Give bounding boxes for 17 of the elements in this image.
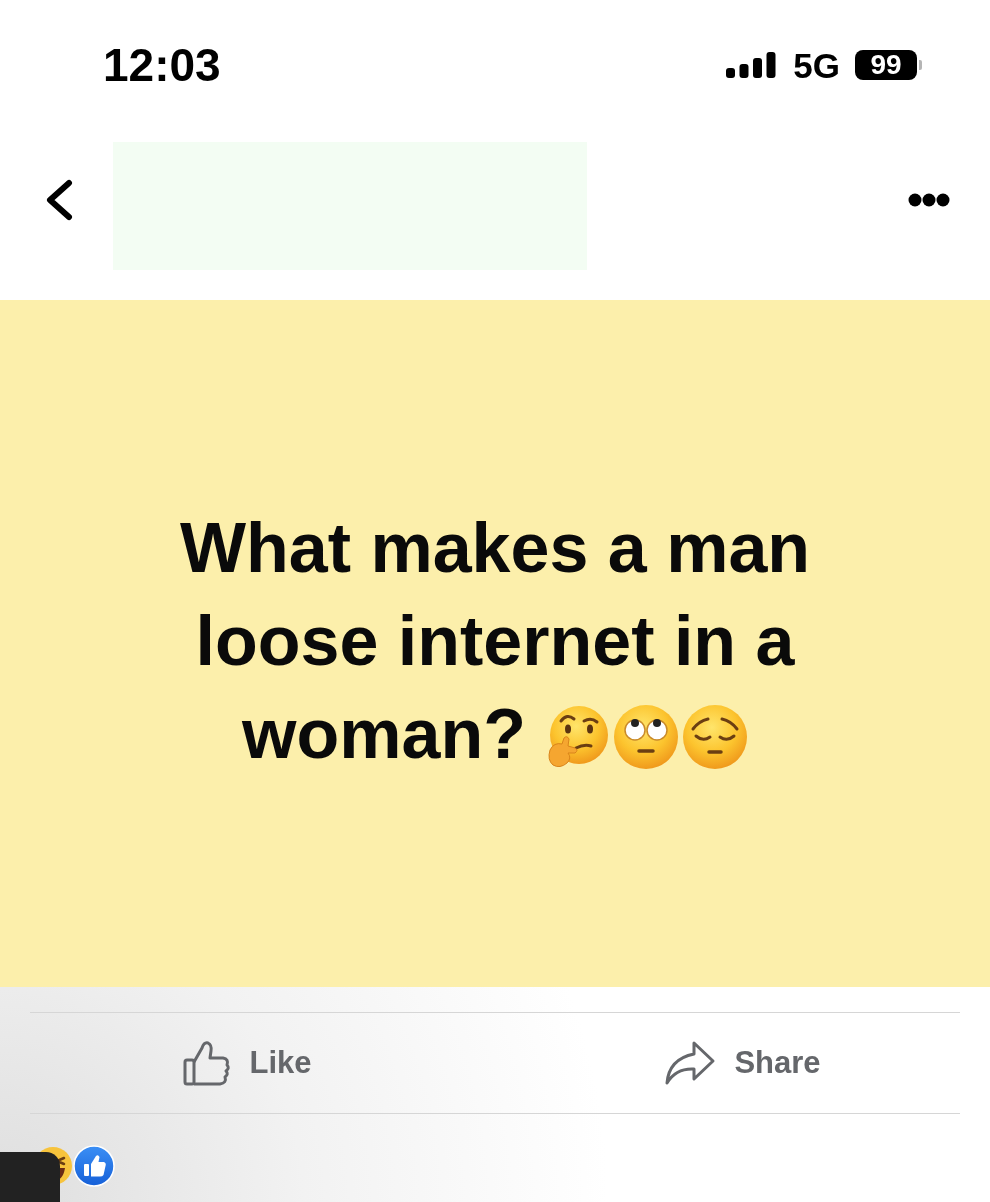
status-time: 12:03: [103, 42, 221, 88]
post-text-line: What makes a man: [179, 507, 811, 588]
more-icon[interactable]: [908, 193, 950, 207]
like-reaction-icon: [73, 1145, 115, 1187]
eye-roll-face-icon: [612, 703, 679, 770]
post-text-line: loose internet in a: [195, 600, 795, 681]
share-button[interactable]: Share: [664, 1040, 821, 1086]
network-label: 5G: [793, 47, 840, 83]
pensive-face-icon: [681, 703, 748, 770]
corner-shape: [0, 1152, 60, 1202]
thumbs-up-icon: [183, 1039, 232, 1087]
share-arrow-icon: [664, 1040, 717, 1086]
back-icon[interactable]: [45, 179, 73, 221]
like-button[interactable]: Like: [183, 1039, 312, 1087]
battery-indicator: 99: [855, 50, 922, 80]
signal-icon: [726, 52, 777, 78]
post-text-line: woman?: [242, 693, 526, 774]
